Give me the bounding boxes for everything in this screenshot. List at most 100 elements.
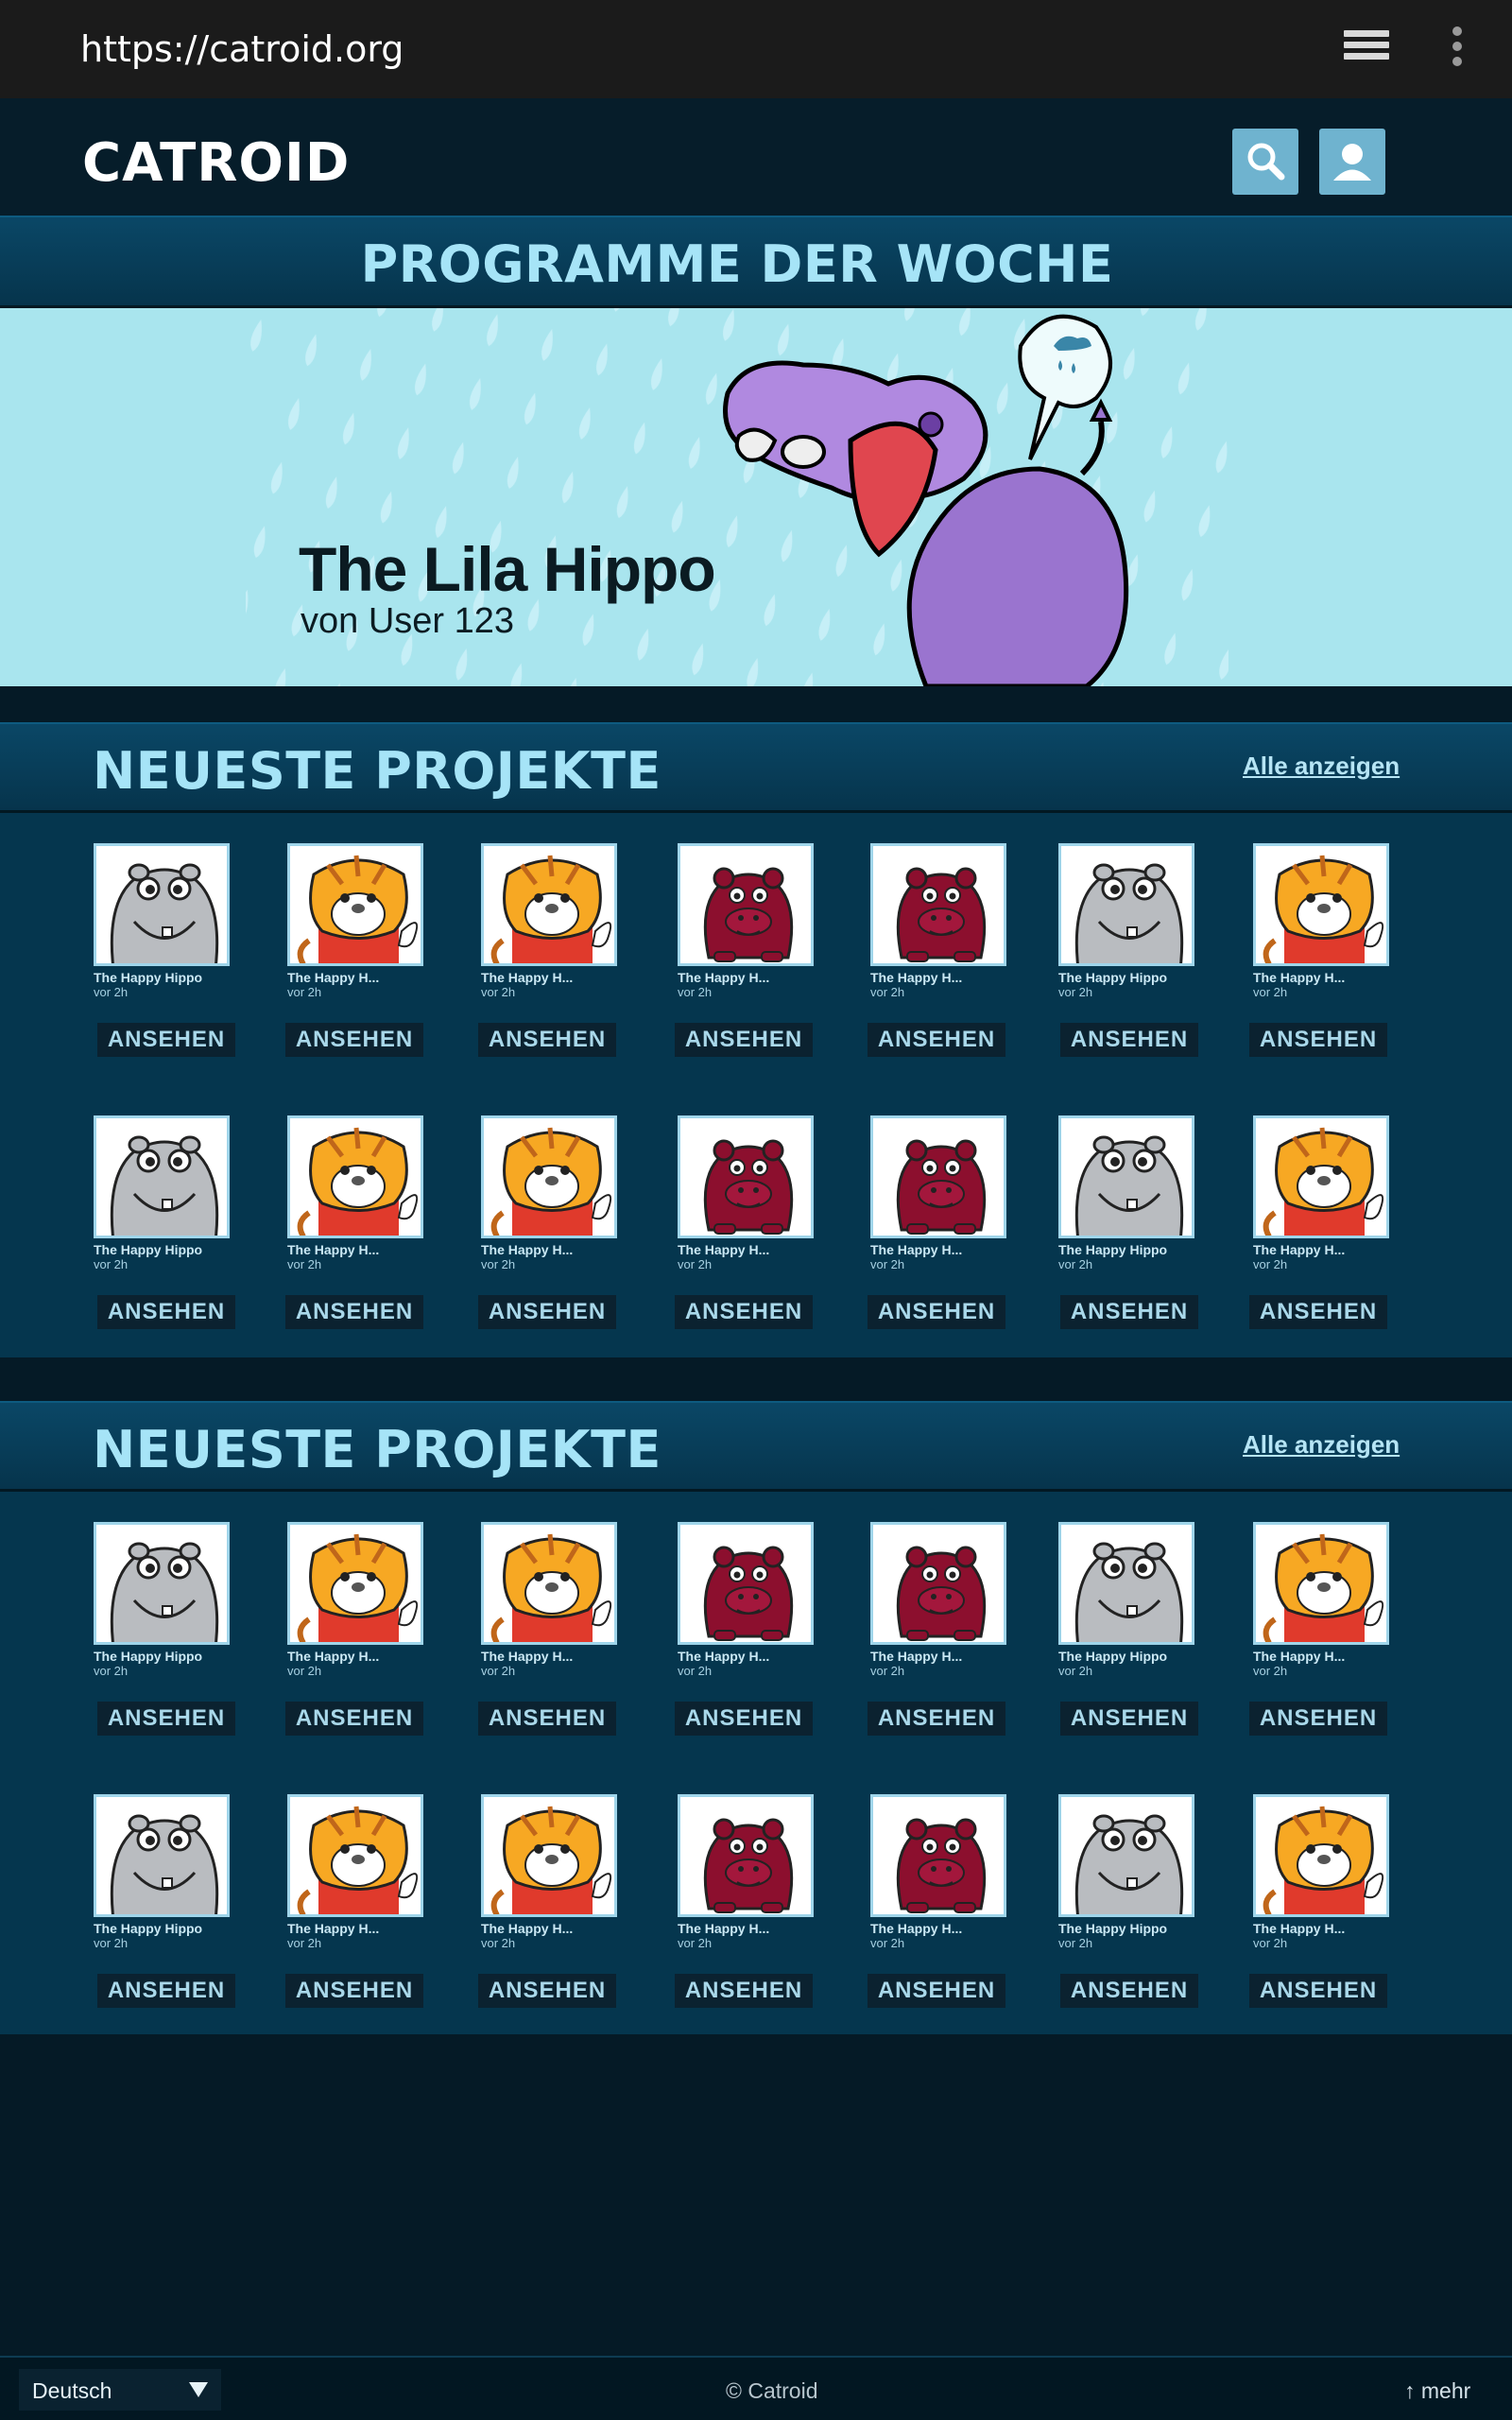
project-name[interactable]: The Happy H...: [870, 970, 962, 985]
project-card[interactable]: The Happy H... vor 2h ANSEHEN: [675, 1522, 819, 1749]
view-button[interactable]: ANSEHEN: [675, 1974, 813, 2008]
project-thumbnail[interactable]: [1253, 843, 1389, 966]
project-thumbnail[interactable]: [481, 1115, 617, 1238]
project-name[interactable]: The Happy H...: [481, 1649, 573, 1664]
project-card[interactable]: The Happy Hippo vor 2h ANSEHEN: [94, 1794, 235, 2021]
project-thumbnail[interactable]: [94, 1115, 230, 1238]
project-name[interactable]: The Happy H...: [678, 1242, 769, 1257]
project-name[interactable]: The Happy H...: [678, 1649, 769, 1664]
project-name[interactable]: The Happy Hippo: [1058, 1649, 1167, 1664]
project-thumbnail[interactable]: [287, 1794, 423, 1917]
project-thumbnail[interactable]: [870, 1794, 1006, 1917]
project-name[interactable]: The Happy Hippo: [94, 970, 202, 985]
project-card[interactable]: The Happy Hippo vor 2h ANSEHEN: [1058, 1794, 1200, 2021]
project-card[interactable]: The Happy H... vor 2h ANSEHEN: [675, 843, 819, 1070]
project-card[interactable]: The Happy H... vor 2h ANSEHEN: [868, 1522, 1012, 1749]
project-name[interactable]: The Happy H...: [678, 970, 769, 985]
project-name[interactable]: The Happy H...: [481, 1242, 573, 1257]
project-thumbnail[interactable]: [678, 1522, 814, 1645]
project-card[interactable]: The Happy Hippo vor 2h ANSEHEN: [1058, 1115, 1200, 1342]
project-name[interactable]: The Happy Hippo: [94, 1649, 202, 1664]
project-thumbnail[interactable]: [94, 843, 230, 966]
view-button[interactable]: ANSEHEN: [285, 1974, 423, 2008]
project-thumbnail[interactable]: [1058, 1794, 1194, 1917]
project-name[interactable]: The Happy H...: [1253, 1242, 1345, 1257]
project-card[interactable]: The Happy H... vor 2h ANSEHEN: [1249, 1115, 1395, 1342]
project-card[interactable]: The Happy H... vor 2h ANSEHEN: [478, 843, 623, 1070]
project-name[interactable]: The Happy Hippo: [94, 1242, 202, 1257]
project-card[interactable]: The Happy Hippo vor 2h ANSEHEN: [1058, 1522, 1200, 1749]
project-thumbnail[interactable]: [678, 843, 814, 966]
view-button[interactable]: ANSEHEN: [478, 1974, 616, 2008]
tabs-icon[interactable]: [1344, 30, 1389, 68]
view-button[interactable]: ANSEHEN: [1060, 1974, 1198, 2008]
view-button[interactable]: ANSEHEN: [675, 1702, 813, 1736]
featured-program[interactable]: The Lila Hippo von User 123: [0, 308, 1512, 686]
project-name[interactable]: The Happy H...: [1253, 970, 1345, 985]
project-thumbnail[interactable]: [287, 1522, 423, 1645]
project-thumbnail[interactable]: [94, 1794, 230, 1917]
address-bar[interactable]: https://catroid.org: [80, 28, 404, 70]
project-card[interactable]: The Happy H... vor 2h ANSEHEN: [868, 1115, 1012, 1342]
view-button[interactable]: ANSEHEN: [97, 1023, 235, 1057]
project-thumbnail[interactable]: [870, 843, 1006, 966]
project-name[interactable]: The Happy H...: [287, 1242, 379, 1257]
view-button[interactable]: ANSEHEN: [478, 1295, 616, 1329]
featured-title[interactable]: The Lila Hippo: [299, 533, 716, 605]
project-card[interactable]: The Happy H... vor 2h ANSEHEN: [285, 1794, 429, 2021]
project-thumbnail[interactable]: [678, 1115, 814, 1238]
view-button[interactable]: ANSEHEN: [675, 1023, 813, 1057]
view-button[interactable]: ANSEHEN: [868, 1702, 1005, 1736]
project-name[interactable]: The Happy H...: [1253, 1921, 1345, 1936]
view-button[interactable]: ANSEHEN: [1249, 1702, 1387, 1736]
project-thumbnail[interactable]: [1058, 843, 1194, 966]
project-thumbnail[interactable]: [481, 843, 617, 966]
project-card[interactable]: The Happy H... vor 2h ANSEHEN: [478, 1522, 623, 1749]
show-all-link[interactable]: Alle anzeigen: [1243, 1430, 1400, 1460]
view-button[interactable]: ANSEHEN: [1060, 1702, 1198, 1736]
project-name[interactable]: The Happy Hippo: [1058, 1242, 1167, 1257]
view-button[interactable]: ANSEHEN: [1249, 1295, 1387, 1329]
project-thumbnail[interactable]: [678, 1794, 814, 1917]
project-card[interactable]: The Happy H... vor 2h ANSEHEN: [868, 843, 1012, 1070]
project-name[interactable]: The Happy H...: [1253, 1649, 1345, 1664]
project-name[interactable]: The Happy H...: [870, 1649, 962, 1664]
project-thumbnail[interactable]: [481, 1522, 617, 1645]
project-thumbnail[interactable]: [287, 843, 423, 966]
project-card[interactable]: The Happy H... vor 2h ANSEHEN: [1249, 1794, 1395, 2021]
project-name[interactable]: The Happy Hippo: [94, 1921, 202, 1936]
project-name[interactable]: The Happy H...: [870, 1921, 962, 1936]
view-button[interactable]: ANSEHEN: [1060, 1295, 1198, 1329]
project-name[interactable]: The Happy H...: [481, 970, 573, 985]
project-card[interactable]: The Happy Hippo vor 2h ANSEHEN: [94, 1522, 235, 1749]
view-button[interactable]: ANSEHEN: [285, 1023, 423, 1057]
view-button[interactable]: ANSEHEN: [1249, 1023, 1387, 1057]
project-card[interactable]: The Happy H... vor 2h ANSEHEN: [675, 1794, 819, 2021]
view-button[interactable]: ANSEHEN: [97, 1295, 235, 1329]
project-card[interactable]: The Happy H... vor 2h ANSEHEN: [285, 1522, 429, 1749]
featured-author[interactable]: von User 123: [301, 601, 514, 642]
project-card[interactable]: The Happy H... vor 2h ANSEHEN: [478, 1115, 623, 1342]
project-thumbnail[interactable]: [481, 1794, 617, 1917]
project-name[interactable]: The Happy H...: [287, 1921, 379, 1936]
project-card[interactable]: The Happy H... vor 2h ANSEHEN: [285, 843, 429, 1070]
view-button[interactable]: ANSEHEN: [1249, 1974, 1387, 2008]
view-button[interactable]: ANSEHEN: [285, 1295, 423, 1329]
search-button[interactable]: [1232, 129, 1298, 195]
project-card[interactable]: The Happy H... vor 2h ANSEHEN: [1249, 1522, 1395, 1749]
user-button[interactable]: [1319, 129, 1385, 195]
show-all-link[interactable]: Alle anzeigen: [1243, 752, 1400, 781]
view-button[interactable]: ANSEHEN: [675, 1295, 813, 1329]
project-name[interactable]: The Happy H...: [678, 1921, 769, 1936]
project-name[interactable]: The Happy Hippo: [1058, 1921, 1167, 1936]
view-button[interactable]: ANSEHEN: [478, 1023, 616, 1057]
language-select[interactable]: Deutsch: [19, 2369, 221, 2411]
project-name[interactable]: The Happy Hippo: [1058, 970, 1167, 985]
view-button[interactable]: ANSEHEN: [868, 1295, 1005, 1329]
project-name[interactable]: The Happy H...: [287, 970, 379, 985]
project-thumbnail[interactable]: [870, 1522, 1006, 1645]
project-card[interactable]: The Happy H... vor 2h ANSEHEN: [1249, 843, 1395, 1070]
project-thumbnail[interactable]: [1253, 1522, 1389, 1645]
project-thumbnail[interactable]: [870, 1115, 1006, 1238]
project-card[interactable]: The Happy H... vor 2h ANSEHEN: [285, 1115, 429, 1342]
